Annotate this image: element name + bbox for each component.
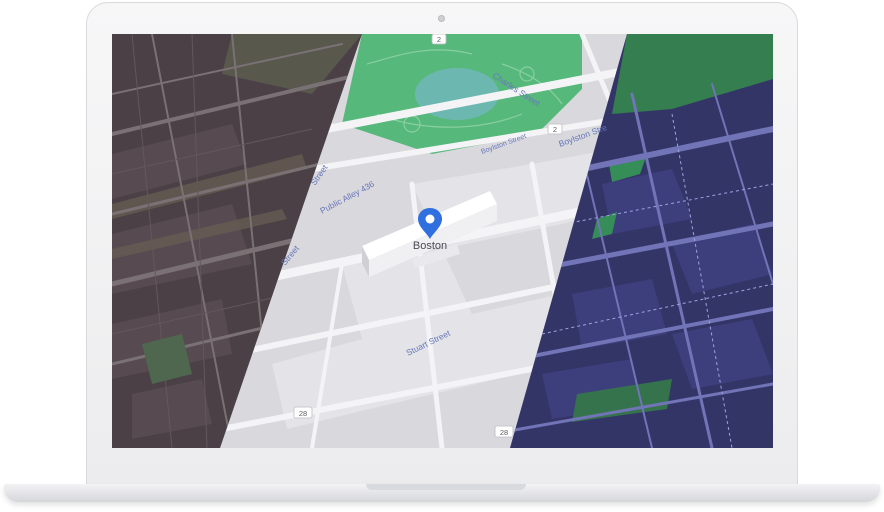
laptop-base (4, 484, 880, 502)
webcam-icon (438, 15, 445, 22)
route-shield-top: 2 (437, 35, 441, 44)
route-shield-mid: 2 (553, 125, 557, 134)
map-canvas[interactable]: Charles Street Boylston Stre Boylston St… (112, 34, 773, 448)
route-shield-bottom-left: 28 (299, 409, 307, 418)
route-shield-bottom-right: 28 (500, 428, 508, 437)
place-label: Boston (413, 240, 447, 252)
base-notch (366, 484, 526, 490)
map-screen[interactable]: Charles Street Boylston Stre Boylston St… (112, 34, 773, 448)
